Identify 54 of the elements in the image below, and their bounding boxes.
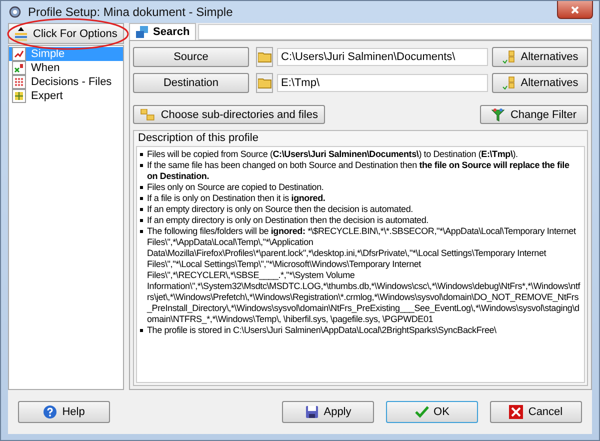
options-icon (14, 26, 28, 40)
close-icon (570, 4, 580, 14)
window-title: Profile Setup: Mina dokument - Simple (28, 5, 233, 19)
description-title: Description of this profile (137, 131, 260, 146)
when-icon (12, 61, 26, 75)
folders-icon (140, 108, 156, 120)
source-button[interactable]: Source (133, 47, 249, 67)
folders-icon (502, 50, 516, 64)
help-icon (43, 405, 58, 419)
filter-icon (491, 108, 506, 122)
description-text: If an empty directory is only on Source then the decision is automated. (147, 204, 413, 215)
browse-folder-button[interactable] (256, 47, 273, 67)
alternatives-button[interactable]: Alternatives (492, 73, 588, 93)
options-button[interactable]: Click For Options (8, 23, 124, 44)
windows-icon (135, 25, 149, 39)
app-icon (8, 5, 22, 19)
expert-icon (12, 89, 26, 103)
destination-button[interactable]: Destination (133, 73, 249, 93)
sidebar-item[interactable]: Expert (9, 89, 123, 103)
bullet-icon (140, 186, 143, 189)
cancel-button[interactable]: Cancel (490, 401, 582, 423)
description-text: If an empty directory is only on Destination then the decision is automated. (147, 215, 428, 226)
description-text: Files only on Source are copied to Destination. (147, 182, 324, 193)
close-icon (509, 405, 524, 419)
description-text: The profile is stored in C:\Users\Juri Salminen\AppData\Local\2BrightSparks\SyncBackFree\ (147, 325, 496, 336)
bullet-icon (140, 219, 143, 222)
ok-button[interactable]: OK (386, 401, 478, 423)
description-text: If the same file has been changed on both Source and Destination then the file on Source will replace the file on Destination. (147, 160, 570, 182)
bullet-icon (140, 164, 143, 167)
checkmark-icon (414, 405, 429, 419)
bullet-icon (140, 197, 143, 200)
description-text: The following files/folders will be ignored: *\$RECYCLE.BIN\,*\*.SBSECOR,"*\AppData\Local\Temporary Internet Files\",*\AppData\Local\Temp\,"*\Application Data\Mozilla\Firefox\Profiles\*\parent.lock",*\desktop.ini,*\DfsrPrivate\,"*\Local Settings\Temporary Internet Files\","*\Local Settings\Temp\","*\Microsoft\Windows\Temporary Internet Files\",*\RECYCLER\,*\SBSE____.*,"*\System Volume Information\",*\System32\Msdtc\MSDTC.LOG,*\thumbs.db,*\Windows\csc\,*\Windows\debug\NtFrs*,*\Windows\ntfrs\jet\,*\Windows\Prefetch\,*\Windows\Registration\*.crmlog,*\Windows\sysvol\domain\DO_NOT_REMOVE_NtFrs_PreInstall_Directory\,*\Windows\sysvol\domain\NtFrs_PreExisting___See_EventLog\,*\Windows\sysvol\staging\domain\NTFRS_*,*\Windows\Temp\, \hiberfil.sys, \pagefile.sys, \PGPWDE01 (147, 226, 581, 325)
path-field[interactable]: E:\Tmp\ (277, 74, 488, 92)
sidebar-item[interactable]: Decisions - Files (9, 75, 123, 89)
alternatives-button[interactable]: Alternatives (492, 47, 588, 67)
decisions-icon (12, 75, 26, 89)
browse-folder-button[interactable] (256, 73, 273, 93)
bullet-icon (140, 208, 143, 211)
bullet-icon (140, 153, 143, 156)
description-text: Files will be copied from Source (C:\Users\Juri Salminen\Documents\) to Destination (E:\Tmp\). (147, 149, 518, 160)
close-button[interactable] (557, 1, 593, 19)
choose-subdirectories-button[interactable]: Choose sub-directories and files (133, 105, 325, 124)
search-tab[interactable]: Search (129, 23, 196, 40)
bullet-icon (140, 230, 143, 233)
change-filter-button[interactable]: Change Filter (480, 105, 588, 124)
folders-icon (502, 76, 516, 90)
apply-button[interactable]: Apply (282, 401, 374, 423)
description-text: If a file is only on Destination then it is ignored. (147, 193, 326, 204)
path-field[interactable]: C:\Users\Juri Salminen\Documents\ (277, 48, 488, 66)
sidebar-item[interactable]: When (9, 61, 123, 75)
bullet-icon (140, 329, 143, 332)
folder-icon (258, 77, 272, 89)
folder-icon (258, 51, 272, 63)
help-button[interactable]: Help (18, 401, 110, 423)
